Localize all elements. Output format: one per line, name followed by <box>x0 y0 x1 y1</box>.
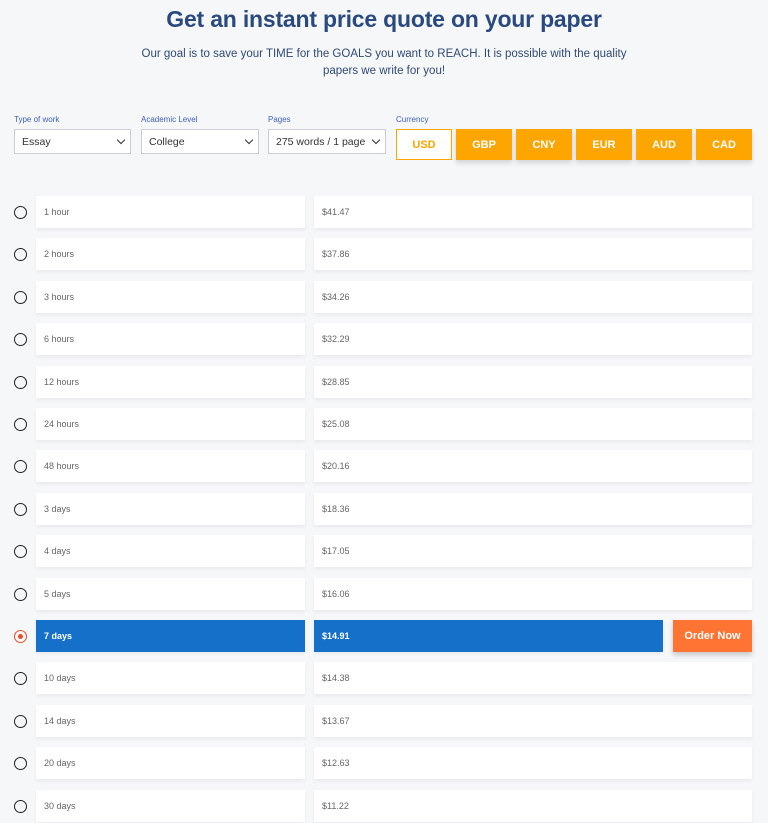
page-subtitle: Our goal is to save your TIME for the GO… <box>141 48 627 77</box>
deadline-time[interactable]: 4 days <box>36 535 305 568</box>
deadline-row[interactable]: 10 days $14.38 <box>0 662 768 695</box>
deadline-row[interactable]: 14 days $13.67 <box>0 704 768 737</box>
deadline-row[interactable]: 5 days $16.06 <box>0 577 768 610</box>
deadline-row[interactable]: 12 hours $28.85 <box>0 365 768 398</box>
currency-button-gbp[interactable]: GBP <box>456 129 512 160</box>
deadline-row[interactable]: 3 hours $34.26 <box>0 280 768 313</box>
deadline-radio[interactable] <box>14 630 27 643</box>
deadline-price[interactable]: $13.67 <box>314 704 752 737</box>
order-now-button[interactable]: Order Now <box>673 620 752 652</box>
deadline-price[interactable]: $34.26 <box>314 280 752 313</box>
deadline-radio[interactable] <box>14 545 27 559</box>
currency-button-usd[interactable]: USD <box>396 129 452 160</box>
page-title: Get an instant price quote on your paper <box>166 6 602 32</box>
deadline-price[interactable]: $17.05 <box>314 535 752 568</box>
deadline-radio[interactable] <box>14 460 27 474</box>
chevron-down-icon <box>244 135 254 145</box>
deadline-time[interactable]: 5 days <box>36 577 305 610</box>
deadline-row[interactable]: 30 days $11.22 <box>0 789 768 822</box>
deadline-radio[interactable] <box>14 248 27 262</box>
deadline-row[interactable]: 48 hours $20.16 <box>0 450 768 483</box>
deadline-price[interactable]: $14.38 <box>314 662 752 695</box>
chevron-down-icon <box>116 135 126 145</box>
deadline-time[interactable]: 2 hours <box>36 238 305 271</box>
currency-label: Currency <box>396 115 429 124</box>
pages-value: 275 words / 1 page <box>276 135 366 148</box>
deadline-row[interactable]: 20 days $12.63 <box>0 747 768 780</box>
type-of-work-value: Essay <box>22 135 51 148</box>
pages-select[interactable]: 275 words / 1 page <box>268 129 386 154</box>
deadline-row[interactable]: 6 hours $32.29 <box>0 323 768 356</box>
academic-level-label: Academic Level <box>141 115 198 124</box>
deadline-price[interactable]: $28.85 <box>314 365 752 398</box>
deadline-time[interactable]: 1 hour <box>36 196 305 228</box>
deadline-time[interactable]: 10 days <box>36 662 305 695</box>
deadline-time[interactable]: 6 hours <box>36 323 305 356</box>
deadline-row[interactable]: 4 days $17.05 <box>0 535 768 568</box>
currency-button-aud[interactable]: AUD <box>636 129 692 160</box>
currency-button-eur[interactable]: EUR <box>576 129 632 160</box>
academic-level-select[interactable]: College <box>141 129 259 154</box>
deadline-row[interactable]: 3 days $18.36 <box>0 492 768 525</box>
deadline-time[interactable]: 30 days <box>36 789 305 822</box>
deadline-radio[interactable] <box>14 757 27 771</box>
deadline-price[interactable]: $32.29 <box>314 323 752 356</box>
deadline-radio[interactable] <box>14 672 27 686</box>
deadline-price[interactable]: $41.47 <box>314 196 752 228</box>
deadline-price[interactable]: $11.22 <box>314 789 752 822</box>
deadline-row[interactable]: 1 hour $41.47 <box>0 196 768 228</box>
pages-label: Pages <box>268 115 291 124</box>
deadline-radio[interactable] <box>14 799 27 813</box>
type-of-work-select[interactable]: Essay <box>14 129 131 154</box>
deadline-price[interactable]: $14.91 <box>314 620 663 652</box>
deadline-time[interactable]: 3 days <box>36 492 305 525</box>
deadline-time[interactable]: 12 hours <box>36 365 305 398</box>
deadline-radio[interactable] <box>14 375 27 389</box>
deadline-time[interactable]: 14 days <box>36 704 305 737</box>
currency-button-cny[interactable]: CNY <box>516 129 572 160</box>
deadline-radio[interactable] <box>14 502 27 516</box>
deadline-row[interactable]: 24 hours $25.08 <box>0 408 768 440</box>
deadline-time[interactable]: 24 hours <box>36 408 305 440</box>
chevron-down-icon <box>371 135 381 145</box>
deadline-time[interactable]: 7 days <box>36 620 305 652</box>
deadline-price[interactable]: $20.16 <box>314 450 752 483</box>
deadline-price[interactable]: $16.06 <box>314 577 752 610</box>
deadline-radio[interactable] <box>14 206 27 219</box>
type-of-work-label: Type of work <box>14 115 60 124</box>
deadline-price[interactable]: $12.63 <box>314 747 752 780</box>
deadline-radio[interactable] <box>14 333 27 347</box>
deadline-radio[interactable] <box>14 714 27 728</box>
currency-button-cad[interactable]: CAD <box>696 129 752 160</box>
deadline-price[interactable]: $18.36 <box>314 492 752 525</box>
deadline-time[interactable]: 20 days <box>36 747 305 780</box>
deadline-row[interactable]: 2 hours $37.86 <box>0 238 768 271</box>
academic-level-value: College <box>149 135 185 148</box>
deadline-radio[interactable] <box>14 418 27 431</box>
deadline-row[interactable]: 7 days $14.91 Order Now <box>0 620 768 652</box>
deadline-radio[interactable] <box>14 587 27 601</box>
deadline-price[interactable]: $37.86 <box>314 238 752 271</box>
deadline-time[interactable]: 3 hours <box>36 280 305 313</box>
deadline-time[interactable]: 48 hours <box>36 450 305 483</box>
deadline-radio[interactable] <box>14 290 27 304</box>
deadline-price[interactable]: $25.08 <box>314 408 752 440</box>
